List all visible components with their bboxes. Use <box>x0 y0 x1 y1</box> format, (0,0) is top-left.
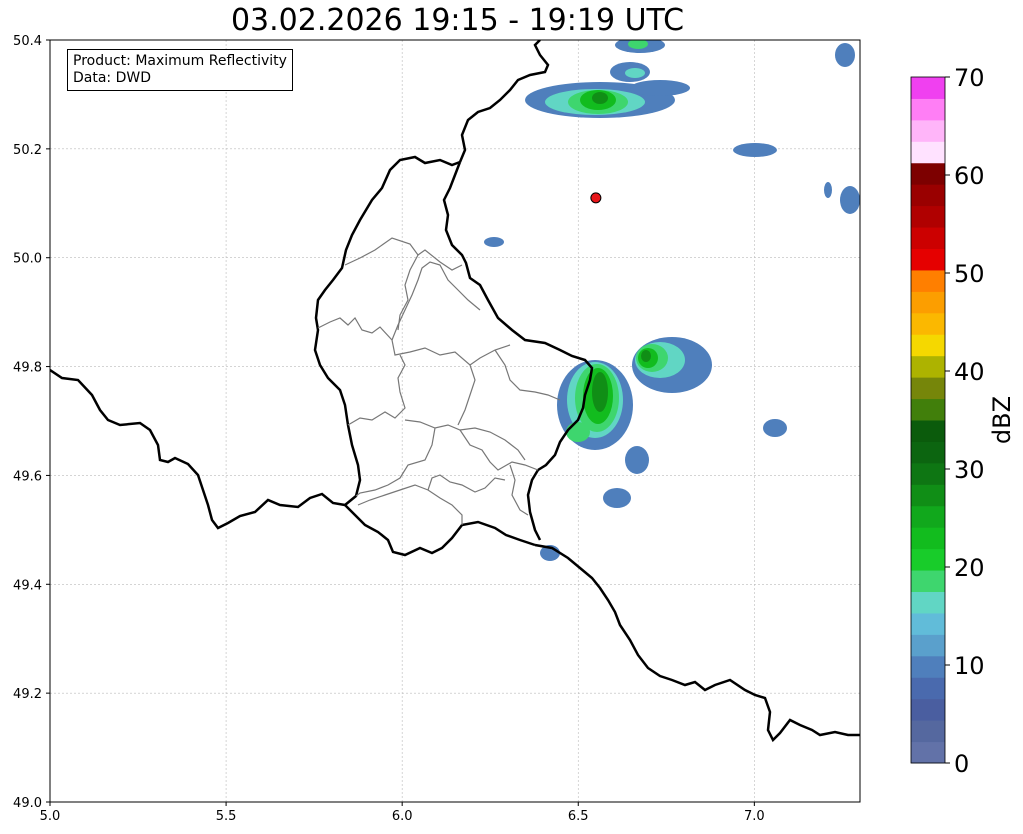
colorbar-tick-label: 0 <box>954 750 969 778</box>
echo-east <box>632 337 712 393</box>
x-tick-label: 6.0 <box>392 809 413 824</box>
colorbar-segment <box>911 398 945 421</box>
colorbar-segment <box>911 77 945 99</box>
colorbar-segment <box>911 698 945 721</box>
colorbar-segment <box>911 741 945 764</box>
colorbar-tick-label: 20 <box>954 554 985 582</box>
colorbar-segment <box>911 570 945 592</box>
y-tick-labels: 49.0 49.2 49.4 49.6 49.8 50.0 50.2 50.4 <box>13 34 50 811</box>
precipitation-echoes <box>484 40 860 561</box>
colorbar-segment <box>911 505 945 528</box>
location-marker <box>590 192 602 204</box>
country-borders <box>50 40 860 743</box>
colorbar-segment <box>911 677 945 700</box>
border-de-west <box>442 161 594 541</box>
colorbar-tick-labels: 0 10 20 30 40 50 60 70 <box>945 64 985 778</box>
colorbar-segment <box>911 312 945 335</box>
colorbar-segment <box>911 334 945 357</box>
colorbar <box>910 76 946 764</box>
colorbar-tick-label: 70 <box>954 64 985 92</box>
colorbar-segment <box>911 548 945 571</box>
colorbar-segment <box>911 119 945 142</box>
y-tick-label: 49.2 <box>13 687 42 702</box>
colorbar-tick-label: 10 <box>954 652 985 680</box>
colorbar-segment <box>911 484 945 507</box>
colorbar-segment <box>911 355 945 378</box>
colorbar-tick-label: 40 <box>954 358 985 386</box>
colorbar-label: dBZ <box>988 396 1016 444</box>
colorbar-segment <box>911 612 945 635</box>
colorbar-segment <box>911 527 945 550</box>
colorbar-segment <box>911 377 945 400</box>
x-tick-label: 7.0 <box>744 809 765 824</box>
colorbar-tick-label: 30 <box>954 456 985 484</box>
x-tick-label: 6.5 <box>568 809 589 824</box>
colorbar-tick-label: 60 <box>954 162 985 190</box>
colorbar-segment <box>911 269 945 292</box>
district-borders <box>317 237 561 525</box>
y-tick-label: 49.4 <box>13 578 42 593</box>
y-tick-label: 50.0 <box>13 252 42 267</box>
border-de-fr <box>534 543 860 743</box>
product-label: Product: Maximum Reflectivity <box>73 53 287 69</box>
colorbar-segment <box>911 591 945 614</box>
colorbar-segment <box>911 248 945 271</box>
echo-north <box>525 40 690 118</box>
colorbar-segment <box>911 420 945 442</box>
colorbar-segment <box>911 162 945 185</box>
radar-map: 5.0 5.5 6.0 6.5 7.0 49.0 49.2 49.4 49.6 49.8 50.0… <box>13 34 1016 824</box>
colorbar-segment <box>911 634 945 657</box>
colorbar-segment <box>911 462 945 485</box>
x-tick-labels: 5.0 5.5 6.0 6.5 7.0 <box>40 802 765 824</box>
colorbar-segment <box>911 655 945 678</box>
y-tick-label: 49.8 <box>13 361 42 376</box>
colorbar-segment <box>911 184 945 207</box>
border-lux-be-fr <box>50 155 461 530</box>
colorbar-segment <box>911 205 945 228</box>
y-tick-label: 49.0 <box>13 796 42 811</box>
colorbar-segment <box>911 441 945 464</box>
colorbar-tick-label: 50 <box>954 260 985 288</box>
data-source-label: Data: DWD <box>73 70 151 86</box>
x-tick-label: 5.0 <box>40 809 61 824</box>
colorbar-segment <box>911 291 945 314</box>
y-tick-label: 50.2 <box>13 143 42 158</box>
product-info-box: Product: Maximum Reflectivity Data: DWD <box>67 49 293 91</box>
y-tick-label: 50.4 <box>13 34 42 49</box>
border-lux-south <box>344 504 536 557</box>
colorbar-segment <box>911 141 945 164</box>
y-tick-label: 49.6 <box>13 469 42 484</box>
colorbar-segment <box>911 98 945 121</box>
colorbar-segment <box>911 227 945 249</box>
x-tick-label: 5.5 <box>216 809 237 824</box>
colorbar-segment <box>911 720 945 743</box>
